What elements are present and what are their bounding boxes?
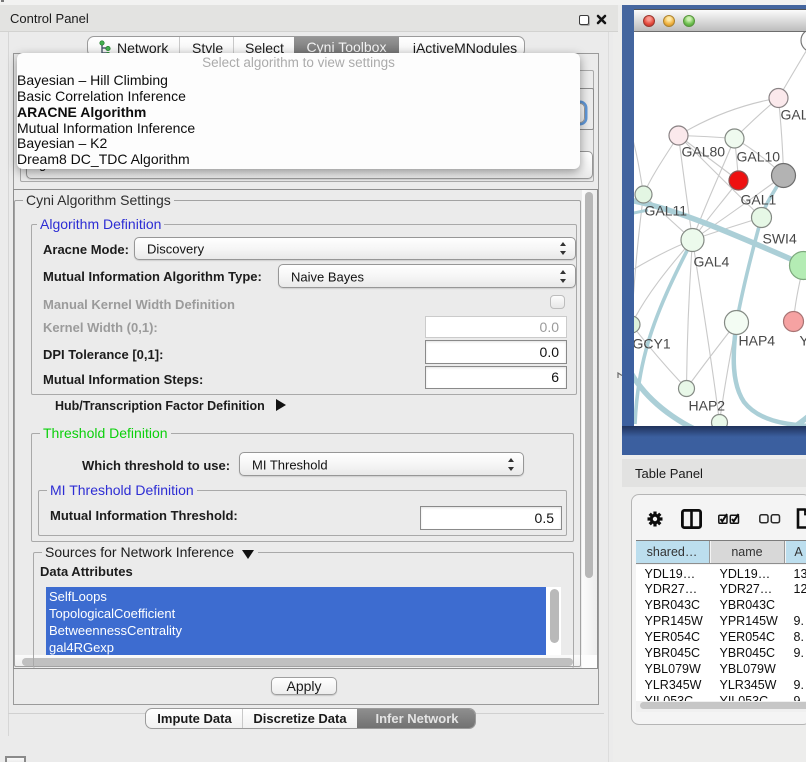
svg-text:HAP2: HAP2 [688,398,725,414]
svg-text:GAL1: GAL1 [740,192,776,208]
svg-text:GAL4: GAL4 [693,254,729,270]
svg-text:HAP4: HAP4 [738,333,775,349]
svg-text:GAL7: GAL7 [780,107,806,123]
svg-text:GAL80: GAL80 [681,144,725,160]
svg-text:GAL11: GAL11 [644,203,687,219]
svg-text:GCY1: GCY1 [634,336,671,352]
svg-text:SWI4: SWI4 [762,231,796,247]
svg-text:Y: Y [799,333,806,349]
svg-text:GAL10: GAL10 [736,149,780,165]
